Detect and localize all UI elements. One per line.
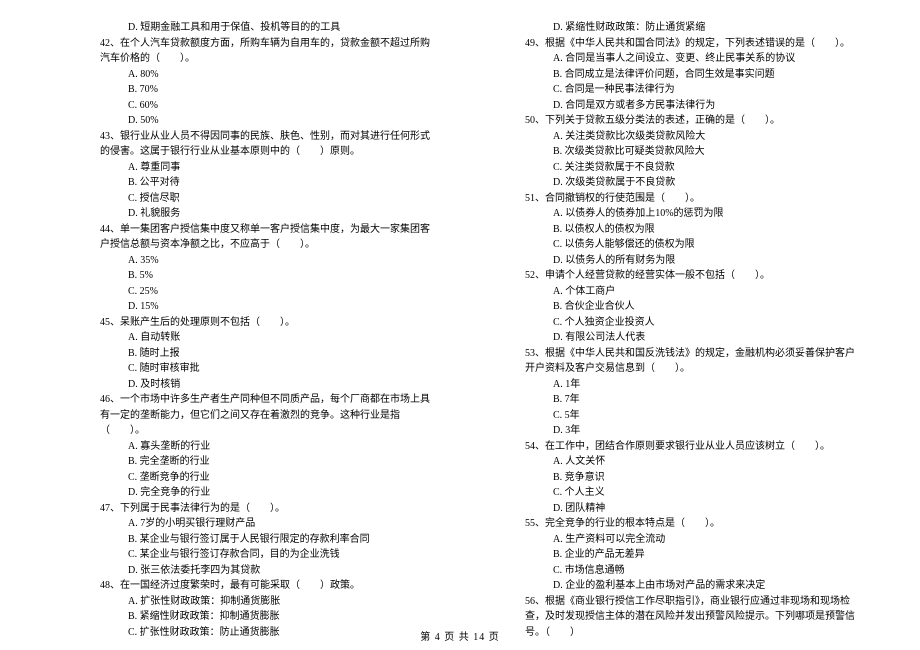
q55-option: C. 市场信息通畅 [525, 563, 855, 579]
q50: 50、下列关于贷款五级分类法的表述，正确的是（ ）。 [525, 113, 855, 129]
q43-option: B. 公平对待 [100, 175, 430, 191]
q44: 44、单一集团客户授信集中度又称单一客户授信集中度，为最大一家集团客户授信总额与… [100, 222, 430, 253]
q55-option: A. 生产资料可以完全流动 [525, 532, 855, 548]
q53: 53、根据《中华人民共和国反洗钱法》的规定，金融机构必须妥善保护客户开户资料及客… [525, 346, 855, 377]
q45-option: A. 自动转账 [100, 330, 430, 346]
q50-option: D. 次级类贷款属于不良贷款 [525, 175, 855, 191]
q43: 43、银行业从业人员不得因同事的民族、肤色、性别，而对其进行任何形式的侵害。这属… [100, 129, 430, 160]
q53-option: D. 3年 [525, 423, 855, 439]
q48-option: C. 扩张性财政政策：防止通货膨胀 [100, 625, 430, 641]
q51-option: C. 以债务人能够偿还的债权为限 [525, 237, 855, 253]
q48-option: B. 紧缩性财政政策：抑制通货膨胀 [100, 609, 430, 625]
q51-option: A. 以债券人的债券加上10%的惩罚为限 [525, 206, 855, 222]
q42-option: A. 80% [100, 67, 430, 83]
q49: 49、根据《中华人民共和国合同法》的规定，下列表述错误的是（ ）。 [525, 36, 855, 52]
page-content: D. 短期金融工具和用于保值、投机等目的的工具 42、在个人汽车贷款额度方面，所… [0, 20, 920, 620]
q52-option: B. 合伙企业合伙人 [525, 299, 855, 315]
q43-option: A. 尊重同事 [100, 160, 430, 176]
q55: 55、完全竞争的行业的根本特点是（ ）。 [525, 516, 855, 532]
q47-option: A. 7岁的小明买银行理财产品 [100, 516, 430, 532]
q43-option: C. 授信尽职 [100, 191, 430, 207]
q44-option: D. 15% [100, 299, 430, 315]
q55-option: B. 企业的产品无差异 [525, 547, 855, 563]
q46-option: A. 寡头垄断的行业 [100, 439, 430, 455]
q45-option: B. 随时上报 [100, 346, 430, 362]
q48-option-d: D. 紧缩性财政政策：防止通货紧缩 [525, 20, 855, 36]
q44-option: C. 25% [100, 284, 430, 300]
q42: 42、在个人汽车贷款额度方面，所购车辆为自用车的，贷款金额不超过所购汽车价格的（… [100, 36, 430, 67]
q51-option: D. 以债务人的所有财务为限 [525, 253, 855, 269]
q46-option: B. 完全垄断的行业 [100, 454, 430, 470]
q42-option: C. 60% [100, 98, 430, 114]
q54-option: A. 人文关怀 [525, 454, 855, 470]
q52: 52、申请个人经营贷款的经营实体一般不包括（ ）。 [525, 268, 855, 284]
right-column: D. 紧缩性财政政策：防止通货紧缩 49、根据《中华人民共和国合同法》的规定，下… [460, 20, 920, 620]
q47-option: B. 某企业与银行签订属于人民银行限定的存款利率合同 [100, 532, 430, 548]
q45-option: C. 随时审核审批 [100, 361, 430, 377]
q51: 51、合同撤销权的行使范围是（ ）。 [525, 191, 855, 207]
q52-option: A. 个体工商户 [525, 284, 855, 300]
q43-option: D. 礼貌服务 [100, 206, 430, 222]
q54-option: D. 团队精神 [525, 501, 855, 517]
q46: 46、一个市场中许多生产者生产同种但不同质产品，每个厂商都在市场上具有一定的垄断… [100, 392, 430, 439]
q50-option: C. 关注类贷款属于不良贷款 [525, 160, 855, 176]
q53-option: B. 7年 [525, 392, 855, 408]
q48: 48、在一国经济过度繁荣时，最有可能采取（ ）政策。 [100, 578, 430, 594]
q47-option: C. 某企业与银行签订存款合同，目的为企业洗钱 [100, 547, 430, 563]
q50-option: A. 关注类贷款比次级类贷款风险大 [525, 129, 855, 145]
q52-option: D. 有限公司法人代表 [525, 330, 855, 346]
q54-option: B. 竞争意识 [525, 470, 855, 486]
q45-option: D. 及时核销 [100, 377, 430, 393]
q51-option: B. 以债权人的债权为限 [525, 222, 855, 238]
q49-option: C. 合同是一种民事法律行为 [525, 82, 855, 98]
q48-option: A. 扩张性财政政策：抑制通货膨胀 [100, 594, 430, 610]
q42-option: B. 70% [100, 82, 430, 98]
q42-option: D. 50% [100, 113, 430, 129]
q50-option: B. 次级类贷款比可疑类贷款风险大 [525, 144, 855, 160]
q54-option: C. 个人主义 [525, 485, 855, 501]
q49-option: B. 合同成立是法律评价问题，合同生效是事实问题 [525, 67, 855, 83]
q49-option: D. 合同是双方或者多方民事法律行为 [525, 98, 855, 114]
q53-option: A. 1年 [525, 377, 855, 393]
q49-option: A. 合同是当事人之间设立、变更、终止民事关系的协议 [525, 51, 855, 67]
q56: 56、根据《商业银行授信工作尽职指引》，商业银行应通过非现场和现场检查，及时发现… [525, 594, 855, 641]
q41-option-d: D. 短期金融工具和用于保值、投机等目的的工具 [100, 20, 430, 36]
q44-option: B. 5% [100, 268, 430, 284]
q46-option: D. 完全竞争的行业 [100, 485, 430, 501]
q46-option: C. 垄断竞争的行业 [100, 470, 430, 486]
q53-option: C. 5年 [525, 408, 855, 424]
q47: 47、下列属于民事法律行为的是（ ）。 [100, 501, 430, 517]
q45: 45、呆账产生后的处理原则不包括（ ）。 [100, 315, 430, 331]
q54: 54、在工作中，团结合作原则要求银行业从业人员应该树立（ ）。 [525, 439, 855, 455]
q52-option: C. 个人独资企业投资人 [525, 315, 855, 331]
left-column: D. 短期金融工具和用于保值、投机等目的的工具 42、在个人汽车贷款额度方面，所… [0, 20, 460, 620]
q55-option: D. 企业的盈利基本上由市场对产品的需求来决定 [525, 578, 855, 594]
q44-option: A. 35% [100, 253, 430, 269]
q47-option: D. 张三依法委托李四为其贷款 [100, 563, 430, 579]
